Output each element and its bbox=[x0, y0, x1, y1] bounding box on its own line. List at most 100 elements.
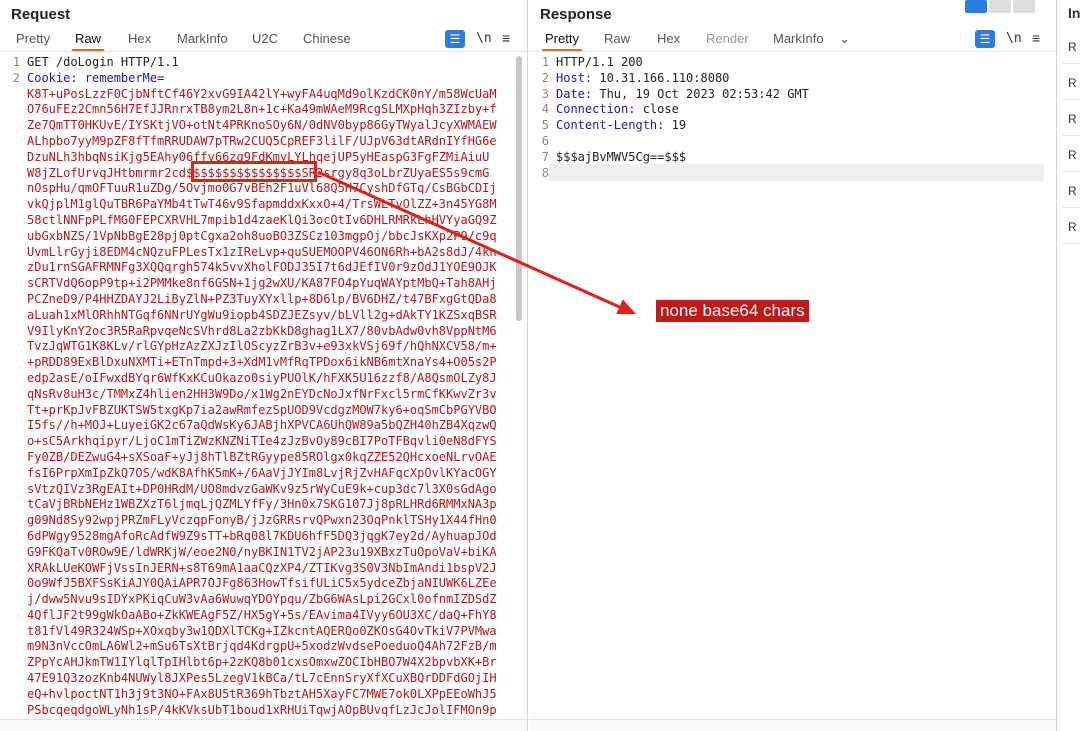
tab-render[interactable]: Render bbox=[706, 31, 749, 46]
cookie-value-line: sVtzQIVz3RgEAIt+DP0HRdM/UO8mdvzGaWKv9z5r… bbox=[27, 481, 497, 496]
tab-markinfo[interactable]: MarkInfo bbox=[177, 31, 228, 46]
inspector-row[interactable]: R bbox=[1062, 28, 1080, 64]
request-scrollbar[interactable] bbox=[516, 56, 524, 717]
line-number: 7 bbox=[541, 149, 549, 164]
cookie-eq: = bbox=[157, 70, 165, 85]
annotation-label: none base64 chars bbox=[656, 300, 809, 322]
layout-side-by-side-icon[interactable] bbox=[965, 0, 987, 13]
tab-chinese[interactable]: Chinese bbox=[303, 31, 351, 46]
header-value: close bbox=[642, 102, 679, 117]
request-editor[interactable]: 1 2 GET /doLogin HTTP/1.1 Cookie: rememb… bbox=[0, 53, 527, 719]
response-editor[interactable]: 12345678 HTTP/1.1 200 Host: 10.31.166.110… bbox=[529, 53, 1056, 719]
cookie-value-line: 47E91Q3zozKnb4NUWyl8JXPes5LzegV1kBCa/tL7… bbox=[27, 671, 497, 686]
cookie-value-line: Ze7QmTT0HKUvE/IYSKtjVO+otNt4PRKnoSOy6N/0… bbox=[27, 118, 497, 133]
header-value bbox=[556, 134, 563, 148]
cookie-value-line: zDu1rnSGAFRMNFg3XQQqrgh574k5vvXholFODJ35… bbox=[27, 260, 497, 275]
cookie-value-line: O76uFEz2Cmn56H7EfJJRnrxTB8ym2L8n+1c+Ka49… bbox=[27, 102, 497, 117]
cookie-value-line: V9IlyKnY2oc3R5RaRpvqeNcSVhrd8La2zbKkD8gh… bbox=[27, 323, 497, 338]
cookie-value-line: K8T+uPosLzzF0CjbNftCf46Y2xvG9IA42lY+wyFA… bbox=[27, 86, 497, 101]
inspector-row-label: R bbox=[1068, 184, 1077, 198]
wrap-lines-button[interactable]: ☰ bbox=[975, 30, 995, 48]
cookie-value-line: g09Nd8Sy92wpjPRZmFLyVczqpFonyB/jJzGRRsrv… bbox=[27, 513, 497, 528]
inspector-row[interactable]: R bbox=[1062, 208, 1080, 244]
header-key: Content-Length: bbox=[556, 118, 672, 133]
request-code: GET /doLogin HTTP/1.1 Cookie: rememberMe… bbox=[27, 55, 513, 718]
tab-hex[interactable]: Hex bbox=[657, 31, 680, 46]
header-key: Host: bbox=[556, 70, 600, 85]
response-bottom-bar bbox=[529, 719, 1056, 731]
inspector-row[interactable]: R bbox=[1062, 100, 1080, 136]
cookie-value-line: ubGxbNZS/1VpNbBgE28pj0ptCgxa2oh8uoBO3ZSC… bbox=[27, 228, 497, 243]
cookie-value-line: aLuah1xMlORhhNTGqf6NNrUYgWu9iopb4SDZJEZs… bbox=[27, 307, 497, 322]
cookie-value-line: G9FKQaTv0ROw9E/ldWRKjW/eoe2N0/nyBKIN1TV2… bbox=[27, 544, 497, 559]
inspector-row-label: R bbox=[1068, 76, 1077, 90]
scrollbar-thumb[interactable] bbox=[516, 56, 522, 321]
tab-pretty[interactable]: Pretty bbox=[16, 31, 50, 46]
wrap-lines-button[interactable]: ☰ bbox=[445, 30, 465, 48]
line-number: 2 bbox=[541, 70, 549, 85]
inspector-panel: In R R R R R R bbox=[1058, 0, 1080, 731]
inspector-row-label: R bbox=[1068, 148, 1077, 162]
cookie-value-line: Tt+prKpJvFBZUKTSW5txgKp7ia2awRmfezSpUOD9… bbox=[27, 402, 497, 417]
header-value: 10.31.166.110:8080 bbox=[599, 70, 730, 85]
response-line bbox=[556, 166, 1042, 182]
cookie-value-line: I5fs//h+MOJ+LuyeiGK2c67aQdWsKy6JABjhXPVC… bbox=[27, 418, 497, 433]
tab-raw[interactable]: Raw bbox=[71, 31, 105, 51]
cookie-line: Cookie: rememberMe= bbox=[27, 71, 513, 87]
cookie-value-line: ALhpbo7yyM9pZF8fTfmRRUDAW7pTRw2CUQ5CpREF… bbox=[27, 133, 497, 148]
tabs-more-icon[interactable]: ⌄ bbox=[839, 31, 850, 47]
inspector-row-label: R bbox=[1068, 112, 1077, 126]
header-value: 19 bbox=[671, 118, 687, 133]
response-line: HTTP/1.1 200 bbox=[556, 55, 1042, 71]
response-panel: Response Pretty Raw Hex Render MarkInfo … bbox=[529, 0, 1057, 731]
layout-toggle bbox=[965, 0, 1035, 14]
wrap-icon: ☰ bbox=[449, 32, 461, 46]
tab-raw[interactable]: Raw bbox=[604, 31, 630, 46]
layout-single-icon[interactable] bbox=[1013, 0, 1035, 13]
cookie-value-line: j/dww5Nvu9sIDYxPKiqCuW3vAa6WuwqYDOYpqu/Z… bbox=[27, 592, 497, 607]
cookie-value-line: sCRTVdQ6opP9tp+i2PMMke8nf6GSN+1jg2wXU/KA… bbox=[27, 276, 497, 291]
inspector-row[interactable]: R bbox=[1062, 136, 1080, 172]
cookie-value-line: PCZneD9/P4HHZDAYJ2LiByZlN+PZ3TuyXYxllp+8… bbox=[27, 291, 497, 306]
inspector-row[interactable]: R bbox=[1062, 64, 1080, 100]
tab-u2c[interactable]: U2C bbox=[252, 31, 278, 46]
show-newlines-button[interactable]: \n bbox=[476, 31, 492, 46]
request-title: Request bbox=[11, 6, 71, 23]
tab-pretty[interactable]: Pretty bbox=[542, 31, 582, 51]
cookie-value-line: Fy0ZB/DEZwuG4+sXSoaF+yJj8hTlBZtRGyype85R… bbox=[27, 449, 497, 464]
response-line bbox=[556, 134, 1042, 150]
request-line: GET /doLogin HTTP/1.1 bbox=[27, 55, 179, 69]
response-title: Response bbox=[540, 6, 612, 23]
tab-hex[interactable]: Hex bbox=[128, 31, 151, 46]
line-number: 6 bbox=[541, 133, 549, 148]
request-panel: Request Pretty Raw Hex MarkInfo U2C Chin… bbox=[0, 0, 528, 731]
header-value bbox=[556, 166, 563, 180]
header-key: Connection: bbox=[556, 102, 643, 117]
request-bottom-bar bbox=[0, 719, 527, 731]
cookie-value-line: 0o9WfJ5BXFSsKiAJY0QAiAPR7OJFg863HowTfsif… bbox=[27, 576, 497, 591]
response-code: HTTP/1.1 200 Host: 10.31.166.110:8080 Date… bbox=[556, 55, 1042, 181]
layout-stacked-icon[interactable] bbox=[989, 0, 1011, 13]
cookie-value-line: t81fVl49R324WSp+XOxqby3w1QDXlTCKg+IZkcnt… bbox=[27, 623, 497, 638]
cookie-value-line: tCaVjBRbNEHz1WBZXzT6ljmqLjQZMLYfFy/3Hn0x… bbox=[27, 497, 497, 512]
cookie-value-line: 4QflJF2t99gWkOaABo+ZkKWEAgF5Z/HX5gY+5s/E… bbox=[27, 607, 497, 622]
cookie-value-line: m9N3nVccOmLA6Wl2+mSu6TsXtBrjqd4KdrgpU+5x… bbox=[27, 639, 497, 654]
inspector-row-label: R bbox=[1068, 40, 1077, 54]
line-numbers: 12345678 bbox=[529, 55, 551, 181]
cookie-value-line: 58ctlNNFpPLfMG0FEPCXRVHL7mpib1d4zaeKlQi3… bbox=[27, 212, 497, 227]
menu-icon[interactable]: ≡ bbox=[1032, 30, 1040, 46]
cookie-name: rememberMe bbox=[84, 70, 158, 85]
line-numbers: 1 2 bbox=[0, 55, 22, 87]
inspector-row[interactable]: R bbox=[1062, 172, 1080, 208]
menu-icon[interactable]: ≡ bbox=[502, 30, 510, 46]
show-newlines-button[interactable]: \n bbox=[1006, 31, 1022, 46]
line-number: 1 bbox=[541, 55, 549, 69]
cookie-value-line: edp2asE/oIFwxdBYqr6WfKxKCuOkazo0siyPUOlK… bbox=[27, 370, 497, 385]
tab-markinfo[interactable]: MarkInfo bbox=[773, 31, 824, 46]
header-value: $$$ajBvMWV5Cg==$$$ bbox=[556, 149, 687, 164]
highlight-box bbox=[191, 161, 317, 182]
header-key: Date: bbox=[556, 86, 600, 101]
response-line: $$$ajBvMWV5Cg==$$$ bbox=[556, 150, 1042, 166]
cookie-value-line: o+sC5Arkhqipyr/LjoC1mTiZWzKNZNiTIe4zJzBv… bbox=[27, 434, 497, 449]
line-number: 3 bbox=[541, 86, 549, 101]
